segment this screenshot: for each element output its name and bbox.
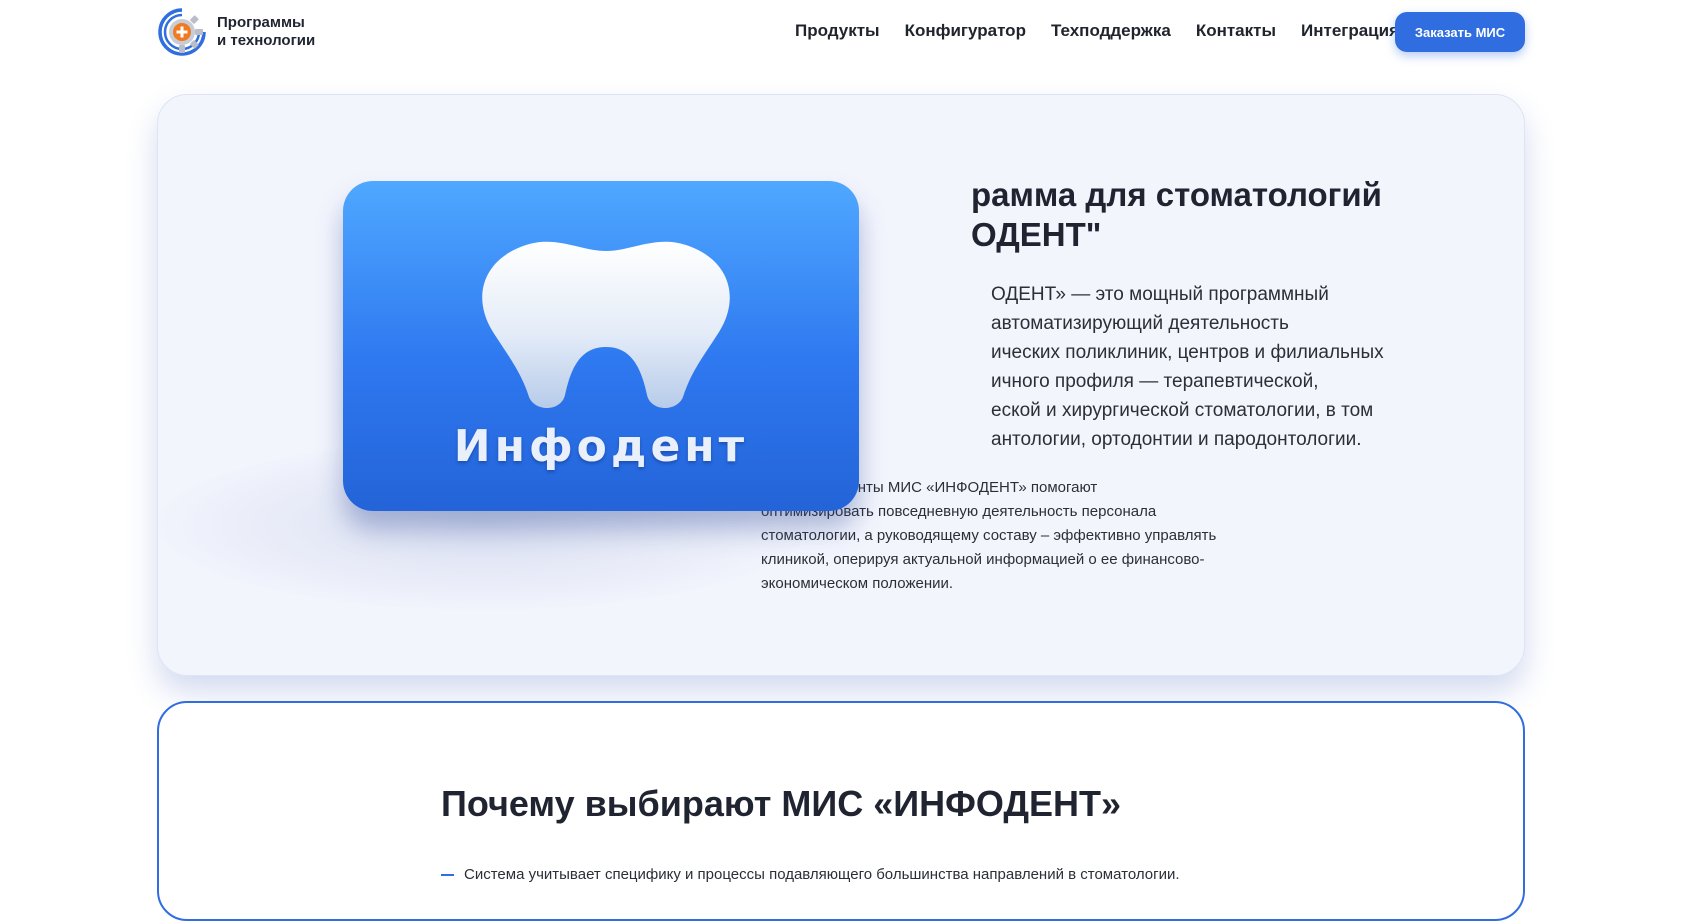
hero-description-line: ических поликлиник, центров и филиальных [991,342,1384,363]
hero-description-line: антологии, ортодонтии и пародонтологии. [991,429,1362,450]
nav-item-support[interactable]: Техподдержка [1051,21,1171,41]
order-mis-button[interactable]: Заказать МИС [1395,12,1525,52]
hero-card: рамма для стоматологий ОДЕНТ" ОДЕНТ» — э… [157,94,1525,676]
logo-gear-icon [157,7,207,57]
hero-description-line: еской и хирургической стоматологии, в то… [991,400,1374,421]
why-title: Почему выбирают МИС «ИНФОДЕНТ» [441,783,1122,824]
nav-item-contacts[interactable]: Контакты [1196,21,1276,41]
logo[interactable]: Программы и технологии [157,7,327,57]
logo-text: Программы и технологии [217,14,327,50]
hero-title-line2: ОДЕНТ" [971,216,1102,253]
header: Программы и технологии Продукты Конфигур… [0,0,1682,70]
dash-bullet-icon [441,873,454,876]
hero-title-line1: рамма для стоматологий [971,176,1382,213]
logo-text-line1: Программы [217,14,305,31]
hero-details-line: клиникой, оперируя актуальной информацие… [761,551,1205,568]
hero-description-line: ичного профиля — терапевтической, [991,371,1319,392]
hero-description-line: автоматизирующий деятельность [991,313,1289,334]
hero-title: рамма для стоматологий ОДЕНТ" [971,175,1382,255]
hero-description: ОДЕНТ» — это мощный программный автомати… [991,280,1431,454]
list-item: Система учитывает специфику и процессы п… [441,866,1180,883]
infodent-product-image: Инфодент [343,181,859,511]
product-name: Инфодент [453,421,749,472]
logo-text-line2: и технологии [217,32,316,49]
list-item-text: Система учитывает специфику и процессы п… [464,866,1180,883]
hero-description-line: ОДЕНТ» — это мощный программный [991,284,1329,305]
hero-details-line: экономическом положении. [761,575,954,592]
nav-item-integration[interactable]: Интеграция [1301,21,1399,41]
nav-item-configurator[interactable]: Конфигуратор [905,21,1026,41]
nav-item-products[interactable]: Продукты [795,21,880,41]
tooth-icon [482,241,730,409]
main-nav: Продукты Конфигуратор Техподдержка Конта… [795,21,1399,41]
why-section: Почему выбирают МИС «ИНФОДЕНТ» Система у… [157,701,1525,921]
hero-details-line: стоматологии, а руководящему составу – э… [761,527,1217,544]
